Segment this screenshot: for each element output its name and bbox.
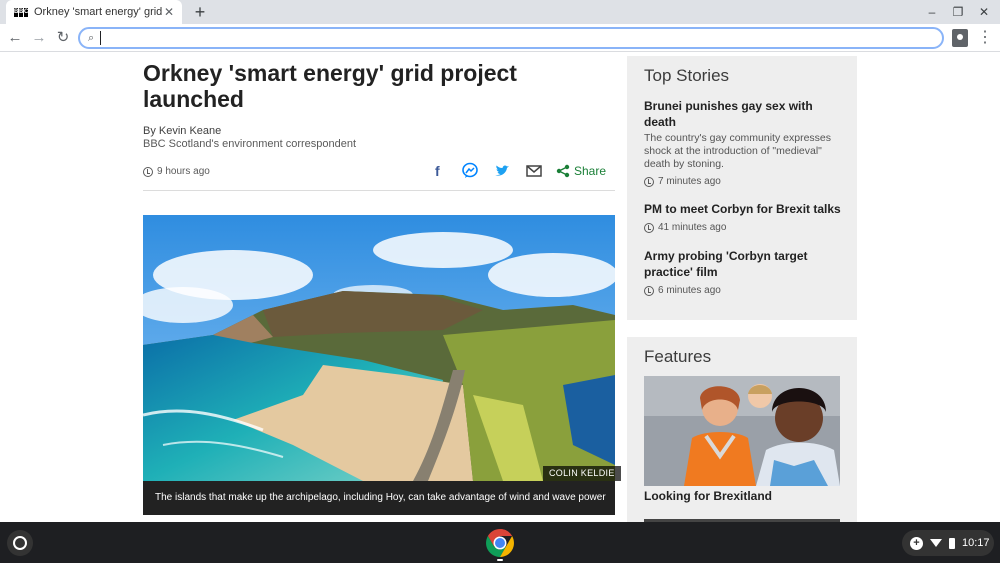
image-credit: COLIN KELDIE — [543, 466, 621, 481]
browser-toolbar: ← → ↻ ⌕ ⋮ — [0, 24, 1000, 52]
tab-close-icon[interactable]: ✕ — [162, 5, 176, 19]
status-tray[interactable]: + 10:17 — [902, 530, 994, 556]
profile-extension-icon[interactable] — [952, 29, 968, 47]
restore-button[interactable]: ❐ — [950, 4, 966, 20]
reload-button[interactable]: ↻ — [52, 27, 74, 49]
author-name: By Kevin Keane — [143, 125, 222, 137]
tab-title: Orkney 'smart energy' grid projec — [34, 6, 162, 18]
browser-menu-icon[interactable]: ⋮ — [976, 28, 994, 48]
close-window-button[interactable]: ✕ — [976, 4, 992, 20]
tab-bbc-article[interactable]: B B C Orkney 'smart energy' grid projec … — [6, 0, 182, 24]
os-shelf: + 10:17 — [0, 522, 1000, 563]
back-button[interactable]: ← — [4, 27, 26, 49]
twitter-icon[interactable] — [492, 162, 512, 180]
forward-button[interactable]: → — [28, 27, 50, 49]
story-item: Army probing 'Corbyn target practice' fi… — [644, 248, 844, 296]
top-stories-title: Top Stories — [644, 66, 730, 85]
story-headline[interactable]: Brunei punishes gay sex with death — [644, 98, 844, 130]
chrome-icon[interactable] — [485, 528, 515, 558]
article-timestamp: 9 hours ago — [143, 166, 210, 177]
messenger-icon[interactable] — [460, 162, 480, 180]
story-headline[interactable]: PM to meet Corbyn for Brexit talks — [644, 201, 844, 217]
story-timestamp: 7 minutes ago — [644, 176, 844, 187]
features-title: Features — [644, 347, 712, 366]
bbc-favicon-icon: B B C — [14, 7, 29, 17]
features-panel: Features Looking for Brexitland — [627, 337, 857, 522]
share-tools: f Share — [428, 162, 606, 180]
svg-text:f: f — [435, 163, 440, 179]
top-stories-panel: Top Stories Brunei punishes gay sex with… — [627, 56, 857, 320]
omnibox[interactable]: ⌕ — [78, 27, 944, 49]
image-caption: The islands that make up the archipelago… — [143, 481, 615, 515]
hero-image — [143, 215, 615, 481]
launcher-button[interactable] — [7, 530, 33, 556]
clock-icon — [644, 222, 654, 233]
system-clock: 10:17 — [962, 537, 990, 549]
clock-icon — [143, 166, 153, 177]
new-tab-button[interactable]: + — [190, 2, 210, 22]
search-icon: ⌕ — [88, 31, 95, 44]
window-controls: – ❐ ✕ — [924, 4, 992, 20]
story-item: PM to meet Corbyn for Brexit talks 41 mi… — [644, 201, 844, 233]
tab-strip: B B C Orkney 'smart energy' grid projec … — [0, 0, 1000, 24]
add-icon: + — [910, 536, 923, 550]
author-role: BBC Scotland's environment correspondent — [143, 138, 357, 150]
email-icon[interactable] — [524, 162, 544, 180]
clock-icon — [644, 285, 654, 296]
feature-headline[interactable]: Looking for Brexitland — [644, 489, 772, 503]
share-icon — [556, 164, 570, 178]
story-timestamp: 41 minutes ago — [644, 222, 844, 233]
article-headline: Orkney 'smart energy' grid project launc… — [143, 60, 517, 112]
story-item: Brunei punishes gay sex with death The c… — [644, 98, 844, 187]
clock-icon — [644, 176, 654, 187]
omnibox-input[interactable] — [100, 31, 942, 45]
facebook-icon[interactable]: f — [428, 162, 448, 180]
feature-image[interactable] — [644, 376, 840, 486]
story-timestamp: 6 minutes ago — [644, 285, 844, 296]
share-button[interactable]: Share — [556, 164, 606, 178]
battery-icon — [949, 537, 955, 549]
story-summary: The country's gay community expresses sh… — [644, 132, 831, 170]
wifi-icon — [930, 539, 942, 547]
running-app-indicator — [497, 559, 503, 561]
minimize-button[interactable]: – — [924, 4, 940, 20]
story-headline[interactable]: Army probing 'Corbyn target practice' fi… — [644, 248, 844, 280]
article-divider — [143, 190, 615, 191]
